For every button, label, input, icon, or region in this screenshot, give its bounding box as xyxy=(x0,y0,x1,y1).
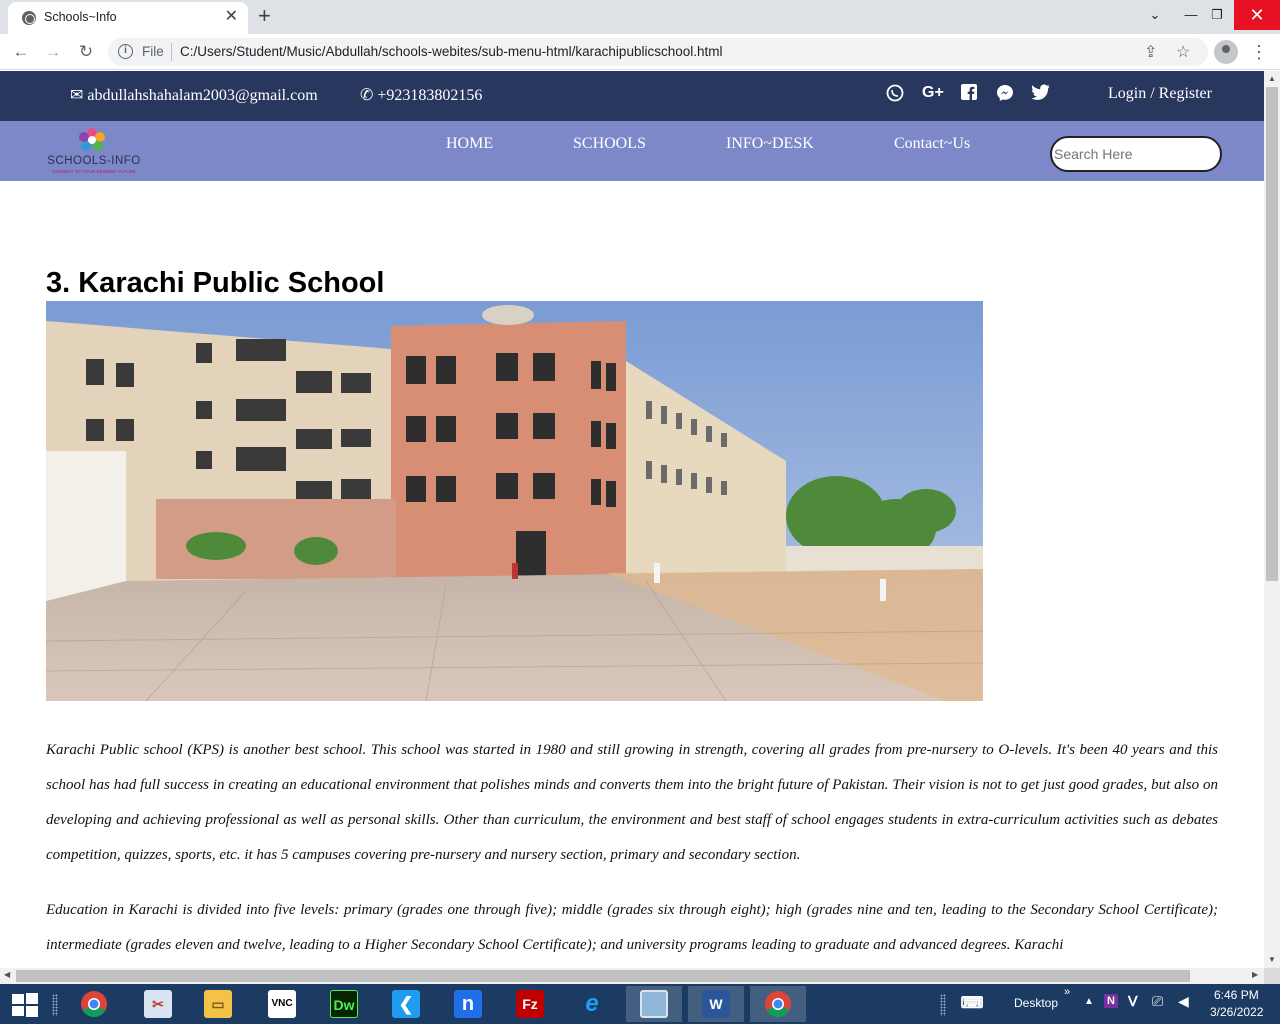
toolbar-expand-icon[interactable]: » xyxy=(1064,986,1070,998)
taskbar-vnc-viewer[interactable]: VNC xyxy=(254,986,310,1022)
bookmark-star-icon[interactable]: ☆ xyxy=(1176,42,1190,62)
scroll-up-icon[interactable]: ▲ xyxy=(1268,74,1276,83)
taskbar-grip xyxy=(52,994,58,1016)
reload-icon[interactable]: ↻ xyxy=(74,40,98,64)
paragraph-about-kps: Karachi Public school (KPS) is another b… xyxy=(46,742,1218,863)
google-plus-icon[interactable]: G+ xyxy=(922,84,944,102)
scroll-right-icon[interactable]: ▶ xyxy=(1252,970,1258,979)
taskbar-snipping-tool[interactable]: ✂ xyxy=(130,986,186,1022)
close-tab-icon[interactable]: ✕ xyxy=(225,8,238,26)
back-icon[interactable]: ← xyxy=(9,40,33,64)
omnibox[interactable]: i File C:/Users/Student/Music/Abdullah/s… xyxy=(108,38,1208,66)
forward-icon[interactable]: → xyxy=(41,40,65,64)
onenote-tray-icon[interactable]: N xyxy=(1104,994,1118,1008)
email-item[interactable]: ✉ abdullahshahalam2003@gmail.com xyxy=(70,85,318,105)
file-explorer-icon: ▭ xyxy=(204,990,232,1018)
phone-icon: ✆ xyxy=(360,85,374,104)
logo-flower-icon xyxy=(79,128,105,151)
clock-time[interactable]: 6:46 PM xyxy=(1214,988,1259,1002)
messenger-icon[interactable] xyxy=(996,84,1014,107)
tab-title: Schools~Info xyxy=(44,10,117,24)
paragraph-education-levels: Education in Karachi is divided into fiv… xyxy=(46,902,1218,953)
login-register-link[interactable]: Login / Register xyxy=(1108,85,1212,103)
taskbar-grip xyxy=(940,994,946,1016)
horizontal-scrollbar[interactable]: ◀ ▶ xyxy=(0,968,1264,984)
nav-info-desk[interactable]: INFO~DESK xyxy=(726,135,814,153)
scroll-down-icon[interactable]: ▼ xyxy=(1268,955,1276,964)
desktop-toolbar-label[interactable]: Desktop xyxy=(1014,996,1058,1010)
vertical-scrollbar[interactable]: ▲ ▼ xyxy=(1264,71,1280,968)
tray-app-icon[interactable]: Ⅴ xyxy=(1128,993,1138,1010)
network-icon[interactable]: ⎚ xyxy=(1152,993,1163,1010)
info-icon[interactable]: i xyxy=(118,44,133,59)
volume-icon[interactable]: ◀ xyxy=(1178,993,1189,1010)
taskbar-chrome[interactable] xyxy=(66,986,122,1022)
vnc-viewer-icon: VNC xyxy=(268,990,296,1018)
address-toolbar: ← → ↻ i File C:/Users/Student/Music/Abdu… xyxy=(0,34,1280,70)
nox-icon: n xyxy=(454,990,482,1018)
contact-topbar: ✉ abdullahshahalam2003@gmail.com ✆ +9231… xyxy=(0,71,1264,121)
windows-taskbar: ✂ ▭ VNC Dw ❮ n Fz e W ⌨ Desktop » ▲ N Ⅴ … xyxy=(0,984,1280,1024)
url-scheme-label: File xyxy=(142,44,164,59)
share-icon[interactable]: ⇪ xyxy=(1144,42,1157,62)
snipping-tool-icon: ✂ xyxy=(144,990,172,1018)
twitter-icon[interactable] xyxy=(1031,84,1050,105)
taskbar-filezilla[interactable]: Fz xyxy=(502,986,558,1022)
school-photo xyxy=(46,301,983,701)
nav-schools[interactable]: SCHOOLS xyxy=(573,135,646,153)
browser-tab-strip: Schools~Info ✕ + ⌄ — ❐ ✕ xyxy=(0,0,1280,34)
word-icon: W xyxy=(702,990,730,1018)
nav-home[interactable]: HOME xyxy=(446,135,493,153)
internet-explorer-icon: e xyxy=(585,990,599,1017)
logo-tagline: GATEWAY TO YOUR DESIRED FUTURE xyxy=(52,169,136,174)
taskbar-chrome-active[interactable] xyxy=(750,986,806,1022)
logo-name: SCHOOLS-INFO xyxy=(47,155,141,167)
taskbar-file-explorer[interactable]: ▭ xyxy=(190,986,246,1022)
scrollbar-corner xyxy=(1264,968,1280,984)
chrome-active-icon xyxy=(765,991,791,1018)
chrome-icon xyxy=(81,991,107,1018)
browser-tab[interactable]: Schools~Info ✕ xyxy=(8,2,248,34)
nav-contact-us[interactable]: Contact~Us xyxy=(894,135,970,153)
globe-icon xyxy=(22,11,36,25)
page-title: 3. Karachi Public School xyxy=(46,267,385,299)
horizontal-scroll-thumb[interactable] xyxy=(16,970,1190,982)
facebook-icon[interactable] xyxy=(961,84,977,105)
tray-overflow-icon[interactable]: ▲ xyxy=(1084,996,1094,1007)
window-close-icon[interactable]: ✕ xyxy=(1234,0,1280,30)
vscode-icon: ❮ xyxy=(392,990,420,1018)
taskbar-internet-explorer[interactable]: e xyxy=(564,986,620,1022)
search-input[interactable] xyxy=(1050,136,1222,172)
clock-date[interactable]: 3/26/2022 xyxy=(1210,1005,1263,1019)
taskbar-vscode[interactable]: ❮ xyxy=(378,986,434,1022)
url-text[interactable]: C:/Users/Student/Music/Abdullah/schools-… xyxy=(180,44,723,59)
dreamweaver-icon: Dw xyxy=(330,990,358,1018)
taskbar-photo-viewer[interactable] xyxy=(626,986,682,1022)
page-viewport: ✉ abdullahshahalam2003@gmail.com ✆ +9231… xyxy=(0,71,1264,968)
site-logo[interactable]: SCHOOLS-INFO GATEWAY TO YOUR DESIRED FUT… xyxy=(38,125,150,177)
main-navbar: SCHOOLS-INFO GATEWAY TO YOUR DESIRED FUT… xyxy=(0,121,1264,181)
filezilla-icon: Fz xyxy=(516,990,544,1018)
new-tab-icon[interactable]: + xyxy=(258,3,271,29)
keyboard-icon: ⌨ xyxy=(960,995,984,1012)
scroll-left-icon[interactable]: ◀ xyxy=(4,970,10,979)
envelope-icon: ✉ xyxy=(70,85,84,104)
photo-viewer-icon xyxy=(640,990,668,1018)
taskbar-word[interactable]: W xyxy=(688,986,744,1022)
taskbar-nox[interactable]: n xyxy=(440,986,496,1022)
profile-icon[interactable] xyxy=(1214,40,1238,64)
phone-text: +923183802156 xyxy=(377,87,483,104)
phone-item[interactable]: ✆ +923183802156 xyxy=(360,85,482,105)
vertical-scroll-thumb[interactable] xyxy=(1266,87,1278,581)
viber-icon[interactable] xyxy=(886,84,904,107)
taskbar-dreamweaver[interactable]: Dw xyxy=(316,986,372,1022)
windows-start-icon[interactable] xyxy=(12,993,38,1017)
email-text: abdullahshahalam2003@gmail.com xyxy=(87,87,318,104)
menu-kebab-icon[interactable]: ⋮ xyxy=(1250,40,1268,64)
taskbar-touch-keyboard[interactable]: ⌨ xyxy=(950,986,994,1022)
omnibox-divider xyxy=(171,43,172,61)
